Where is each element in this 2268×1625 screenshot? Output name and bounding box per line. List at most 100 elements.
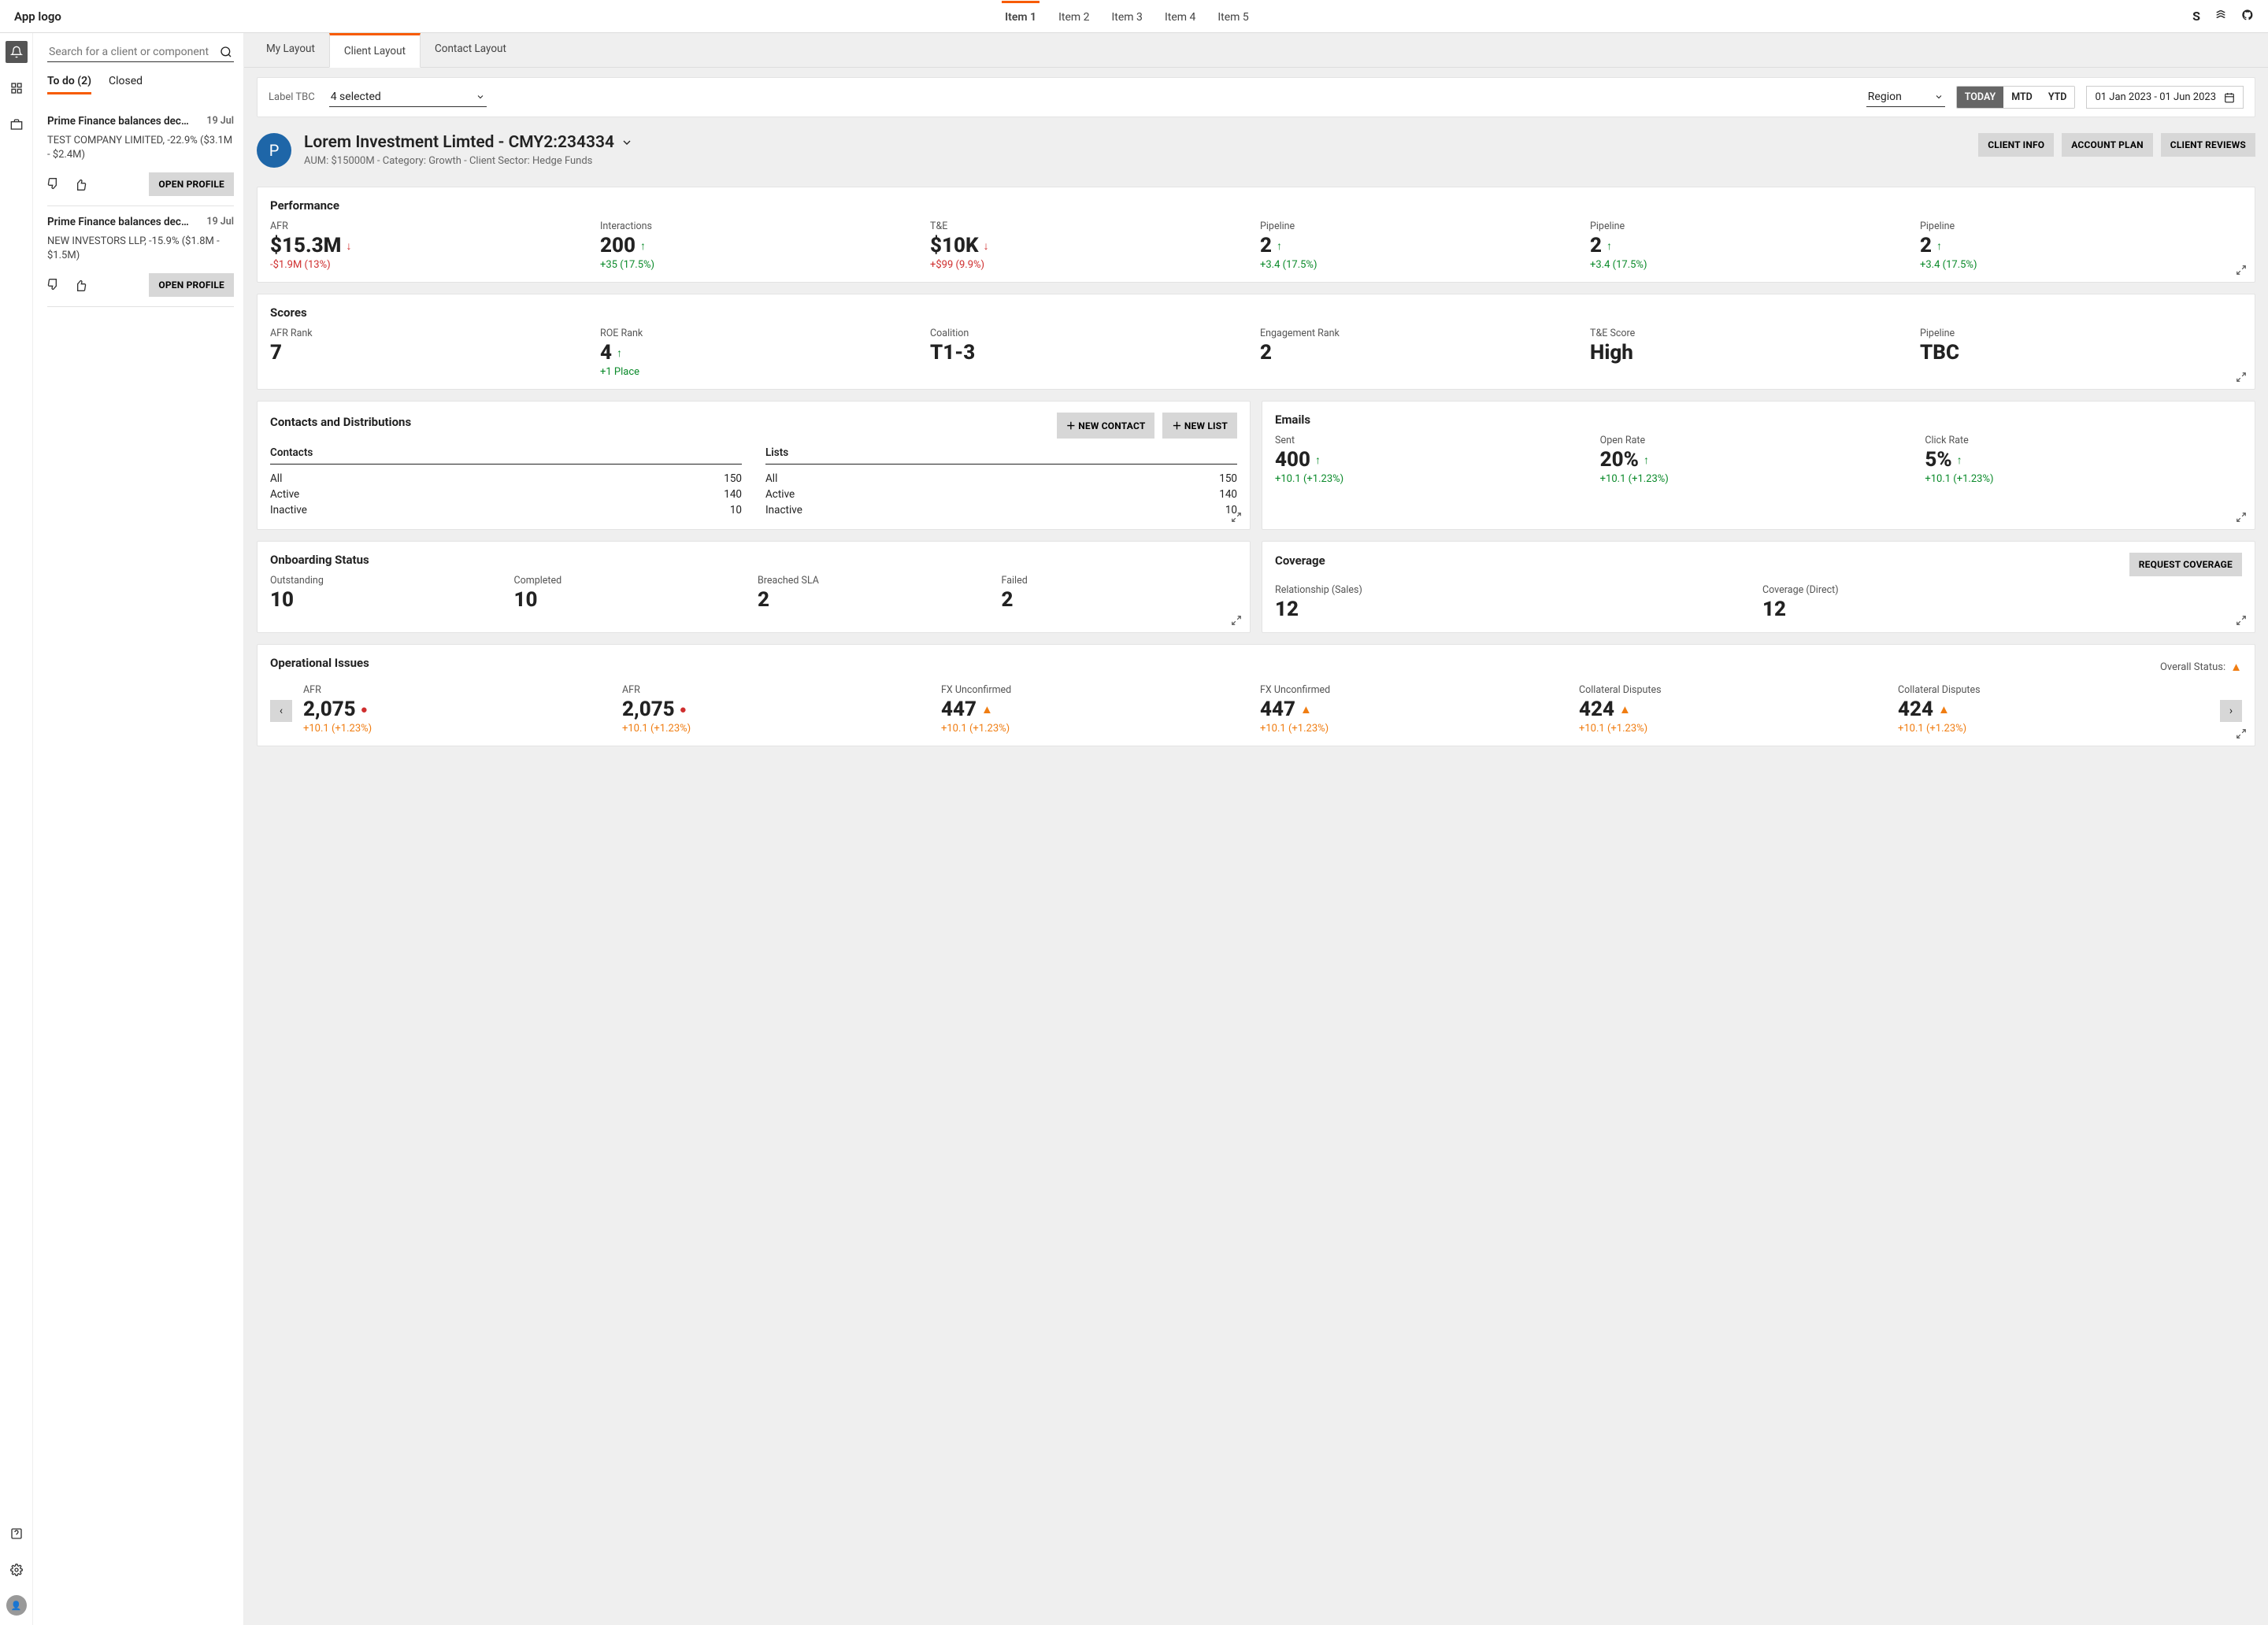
warning-icon: ▲ (2230, 660, 2242, 674)
client-reviews-button[interactable]: CLIENT REVIEWS (2161, 133, 2255, 157)
metric: Breached SLA 2 (758, 575, 994, 612)
main-content: My Layout Client Layout Contact Layout L… (244, 33, 2268, 1625)
tab-contact-layout[interactable]: Contact Layout (421, 33, 521, 67)
gear-icon[interactable] (6, 1559, 28, 1581)
account-plan-button[interactable]: ACCOUNT PLAN (2062, 133, 2153, 157)
metric-value: 447 ▲ (941, 698, 1252, 721)
metric: AFR $15.3M ↓ -$1.9M (13%) (270, 220, 592, 271)
seg-ytd[interactable]: YTD (2040, 87, 2075, 108)
metric: FX Unconfirmed 447 ▲ +10.1 (+1.23%) (941, 684, 1252, 735)
metric-value: 10 (514, 588, 750, 612)
expand-icon[interactable] (2236, 728, 2247, 739)
tab-my-layout[interactable]: My Layout (252, 33, 329, 67)
prev-button[interactable]: ‹ (270, 700, 292, 722)
error-icon: ● (361, 702, 368, 716)
metric-value: 2 (1002, 588, 1238, 612)
metric-value: 5% ↑ (1925, 448, 2242, 472)
panel-title: Emails (1275, 413, 2242, 427)
expand-icon[interactable] (2236, 265, 2247, 276)
nav-item-3[interactable]: Item 3 (1109, 1, 1146, 31)
metric-label: Relationship (Sales) (1275, 584, 1755, 596)
expand-icon[interactable] (1231, 512, 1242, 523)
client-title[interactable]: Lorem Investment Limted - CMY2:234334 (304, 133, 633, 152)
warning-icon: ▲ (1619, 702, 1631, 716)
metric: AFR Rank 7 (270, 328, 592, 378)
metric: Completed 10 (514, 575, 750, 612)
metric-value: 2 ↑ (1920, 234, 2242, 257)
panel-title: Coverage (1275, 553, 1325, 568)
help-icon[interactable] (6, 1523, 28, 1545)
metric-label: AFR (303, 684, 614, 696)
metric-delta: +10.1 (+1.23%) (1275, 473, 1592, 485)
nav-item-2[interactable]: Item 2 (1055, 1, 1092, 31)
metric-delta: +10.1 (+1.23%) (1579, 723, 1890, 735)
metric-label: Failed (1002, 575, 1238, 587)
expand-icon[interactable] (2236, 615, 2247, 626)
nav-item-1[interactable]: Item 1 (1002, 1, 1040, 31)
user-avatar[interactable]: 👤 (6, 1595, 27, 1616)
metric-delta: +35 (17.5%) (600, 259, 922, 271)
metric-label: Coverage (Direct) (1762, 584, 2242, 596)
metric-delta: +10.1 (+1.23%) (941, 723, 1252, 735)
s-icon[interactable]: S (2192, 9, 2200, 24)
new-list-button[interactable]: ＋ NEW LIST (1162, 413, 1237, 439)
seg-today[interactable]: TODAY (1957, 87, 2003, 108)
metric-label: AFR (622, 684, 933, 696)
date-range[interactable]: 01 Jan 2023 - 01 Jun 2023 (2086, 86, 2244, 109)
card-date: 19 Jul (206, 216, 234, 228)
metric: Click Rate 5% ↑ +10.1 (+1.23%) (1925, 435, 2242, 485)
metric: Coalition T1-3 (930, 328, 1252, 378)
open-profile-button[interactable]: OPEN PROFILE (149, 172, 234, 196)
metric-label: AFR Rank (270, 328, 592, 339)
metric-label: Outstanding (270, 575, 506, 587)
region-select[interactable]: Region (1866, 87, 1945, 107)
tab-todo[interactable]: To do (2) (47, 70, 91, 94)
seg-mtd[interactable]: MTD (2003, 87, 2040, 108)
card-date: 19 Jul (206, 115, 234, 128)
nav-item-4[interactable]: Item 4 (1162, 1, 1199, 31)
metric-value: T1-3 (930, 341, 1252, 365)
filter-label: Label TBC (269, 91, 315, 103)
thumbs-up-icon[interactable] (74, 178, 87, 191)
panel-title: Operational Issues (270, 656, 369, 670)
expand-icon[interactable] (2236, 372, 2247, 383)
filter-select[interactable]: 4 selected (329, 87, 487, 107)
thumbs-down-icon[interactable] (47, 178, 60, 191)
apps-icon[interactable] (6, 77, 28, 99)
metric: AFR 2,075 ● +10.1 (+1.23%) (622, 684, 933, 735)
open-profile-button[interactable]: OPEN PROFILE (149, 273, 234, 297)
next-button[interactable]: › (2220, 700, 2242, 722)
metric: Failed 2 (1002, 575, 1238, 612)
emails-panel: Emails Sent 400 ↑ +10.1 (+1.23%) Open Ra… (1262, 401, 2255, 530)
briefcase-icon[interactable] (6, 113, 28, 135)
chevron-down-icon (1934, 92, 1944, 102)
metric-label: Pipeline (1920, 328, 2242, 339)
scores-panel: Scores AFR Rank 7 ROE Rank 4 ↑ +1 Place … (257, 294, 2255, 390)
search-icon (220, 46, 232, 58)
metric: Outstanding 10 (270, 575, 506, 612)
stack-icon[interactable] (2214, 9, 2227, 24)
metric-value: $15.3M ↓ (270, 234, 592, 257)
metric: Sent 400 ↑ +10.1 (+1.23%) (1275, 435, 1592, 485)
nav-item-5[interactable]: Item 5 (1214, 1, 1251, 31)
expand-icon[interactable] (2236, 512, 2247, 523)
metric-value: 4 ↑ (600, 341, 922, 365)
metric-value: 2 (1260, 341, 1582, 365)
thumbs-down-icon[interactable] (47, 279, 60, 291)
client-info-button[interactable]: CLIENT INFO (1978, 133, 2054, 157)
metric: AFR 2,075 ● +10.1 (+1.23%) (303, 684, 614, 735)
new-contact-button[interactable]: ＋ NEW CONTACT (1057, 413, 1155, 439)
request-coverage-button[interactable]: REQUEST COVERAGE (2129, 553, 2242, 576)
tab-client-layout[interactable]: Client Layout (329, 33, 421, 68)
metric-value: 7 (270, 341, 592, 365)
search-input[interactable] (47, 43, 234, 62)
metric: Relationship (Sales) 12 (1275, 584, 1755, 621)
todo-card: Prime Finance balances declined...19 Jul… (47, 206, 234, 307)
expand-icon[interactable] (1231, 615, 1242, 626)
bell-icon[interactable] (6, 41, 28, 63)
tab-closed[interactable]: Closed (109, 70, 143, 94)
github-icon[interactable] (2241, 9, 2254, 24)
search-field[interactable] (49, 46, 220, 58)
thumbs-up-icon[interactable] (74, 279, 87, 291)
metric-label: Interactions (600, 220, 922, 232)
